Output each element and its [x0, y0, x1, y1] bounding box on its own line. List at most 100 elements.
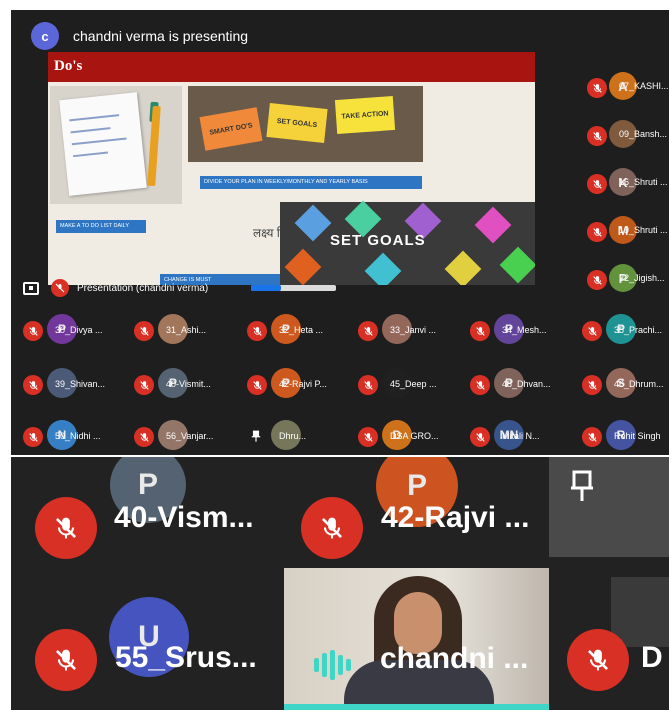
mic-off-icon [23, 321, 43, 341]
participant-tile[interactable]: 56_Vanjar... [130, 420, 238, 452]
participant-video-tile[interactable]: chandni ... [284, 568, 549, 710]
presenter-avatar: c [31, 22, 59, 50]
sticky-note: SET GOALS [266, 103, 328, 143]
mic-off-icon [587, 270, 607, 290]
participant-tile[interactable]: 33_Janvi ... [354, 314, 462, 346]
participant-tile[interactable]: 31_Ashi... [130, 314, 238, 346]
participant-name: Rohit Singh [614, 431, 661, 441]
mic-off-icon [134, 427, 154, 447]
todo-list-box: MAKE A TO DO LIST DAILY [56, 220, 146, 234]
participant-name: 42-Rajvi ... [381, 501, 530, 534]
participant-tile[interactable]: P 40-Vismit... [130, 368, 238, 400]
participant-tile[interactable]: MN Mitali N... [466, 420, 574, 452]
participant-tile[interactable]: D DSA GRO... [354, 420, 462, 452]
participant-name: 16_Shruti ... [619, 177, 668, 187]
divide-plan-box: DIVIDE YOUR PLAN IN WEEKLY/MONTHLY AND Y… [200, 176, 422, 190]
presenting-text: chandni verma is presenting [73, 28, 249, 44]
mic-off-icon [23, 375, 43, 395]
participant-tile[interactable]: R Rohit Singh [578, 420, 669, 452]
mic-off-icon [470, 321, 490, 341]
participant-name: 30_Divya ... [55, 325, 103, 335]
set-goals-image: SET GOALS [280, 200, 535, 285]
participant-name: 55_Srus... [115, 641, 257, 674]
meeting-grid-screenshot: c chandni verma is presenting Do's SMART… [11, 10, 669, 455]
sticky-note: TAKE ACTION [334, 96, 396, 134]
sticky-note: SMART DO'S [199, 107, 263, 151]
participant-name: 09_Bansh... [619, 129, 668, 139]
mic-off-icon [587, 174, 607, 194]
mic-off-icon [470, 375, 490, 395]
participant-tile[interactable]: M 19_Shruti ... [579, 216, 669, 244]
present-screen-icon[interactable] [23, 281, 39, 295]
mic-off-icon [247, 321, 267, 341]
participant-name: D [641, 641, 663, 674]
pin-icon[interactable] [251, 429, 261, 448]
participant-name: 50_Nidhi ... [55, 431, 101, 441]
participant-name: 46_Dhrum... [614, 379, 664, 389]
participant-tile[interactable]: P 35_Prachi... [578, 314, 669, 346]
participant-tile[interactable]: 45_Deep ... [354, 368, 462, 400]
participant-tile[interactable]: P 30_Divya ... [19, 314, 127, 346]
participant-name: 48_Dhvan... [502, 379, 551, 389]
participant-tile[interactable]: 09_Bansh... [579, 120, 669, 148]
presentation-progress [251, 285, 336, 291]
mic-off-icon [134, 375, 154, 395]
mic-off-icon [587, 222, 607, 242]
participant-tile[interactable]: P 22_Jigish... [579, 264, 669, 292]
participant-tile[interactable]: P 32_Heta ... [243, 314, 351, 346]
participant-tile[interactable]: N 50_Nidhi ... [19, 420, 127, 452]
participant-tile[interactable]: S 46_Dhrum... [578, 368, 669, 400]
mic-off-icon [567, 629, 629, 691]
participant-name: DSA GRO... [390, 431, 439, 441]
mic-off-icon [582, 321, 602, 341]
participant-name: 35_Prachi... [614, 325, 663, 335]
mic-off-icon [587, 126, 607, 146]
participant-tile[interactable]: K 16_Shruti ... [579, 168, 669, 196]
participant-name: 39_Shivan... [55, 379, 106, 389]
participant-name: 40-Vism... [114, 501, 254, 534]
mic-off-icon [470, 427, 490, 447]
participant-name: 07_KASHI... [619, 81, 669, 91]
participant-tile[interactable]: Dhru... [243, 420, 351, 452]
participant-name: 56_Vanjar... [166, 431, 214, 441]
participant-tile[interactable]: P 42-Rajvi P... [243, 368, 351, 400]
speaking-indicator-icon [314, 650, 351, 680]
participant-tile[interactable]: P 48_Dhvan... [466, 368, 574, 400]
slide-title-bar [48, 52, 535, 82]
participant-name: Dhru... [279, 431, 307, 441]
mic-off-icon [358, 375, 378, 395]
mic-off-icon [587, 78, 607, 98]
participant-name: Mitali N... [502, 431, 540, 441]
mic-off-icon [247, 375, 267, 395]
presenting-banner: c chandni verma is presenting [31, 20, 248, 52]
sticky-notes-image: SMART DO'S SET GOALS TAKE ACTION [188, 86, 423, 162]
mic-off-icon [35, 497, 97, 559]
mic-off-icon [23, 427, 43, 447]
mic-off-icon [582, 375, 602, 395]
participant-name: 40-Vismit... [166, 379, 211, 389]
pin-icon[interactable] [569, 469, 595, 508]
mic-off-icon [301, 497, 363, 559]
participant-name: 19_Shruti ... [619, 225, 668, 235]
participant-tile[interactable]: A 07_KASHI... [579, 72, 669, 100]
participant-tile[interactable]: 39_Shivan... [19, 368, 127, 400]
mic-off-icon [358, 427, 378, 447]
meeting-zoomed-screenshot: P 40-Vism... P 42-Rajvi ... U 55_Srus... [11, 457, 669, 710]
participant-name: 32_Heta ... [279, 325, 324, 335]
mic-off-icon [358, 321, 378, 341]
notebook-image [50, 86, 182, 204]
participant-name: 33_Janvi ... [390, 325, 437, 335]
participant-name: 22_Jigish... [619, 273, 665, 283]
speaking-border [284, 704, 549, 710]
participant-name: 31_Ashi... [166, 325, 207, 335]
presentation-label: Presentation (chandni verma) [77, 282, 209, 294]
participant-tile[interactable] [549, 457, 669, 557]
participant-name: chandni ... [380, 642, 529, 675]
set-goals-text: SET GOALS [330, 232, 426, 249]
participant-tile[interactable]: P 34_Mesh... [466, 314, 574, 346]
mic-off-icon [134, 321, 154, 341]
shared-slide[interactable]: Do's SMART DO'S SET GOALS TAKE ACTION DI… [48, 52, 535, 285]
participant-name: 42-Rajvi P... [279, 379, 327, 389]
presentation-progress-fill [251, 285, 281, 291]
mic-off-icon [51, 279, 69, 297]
